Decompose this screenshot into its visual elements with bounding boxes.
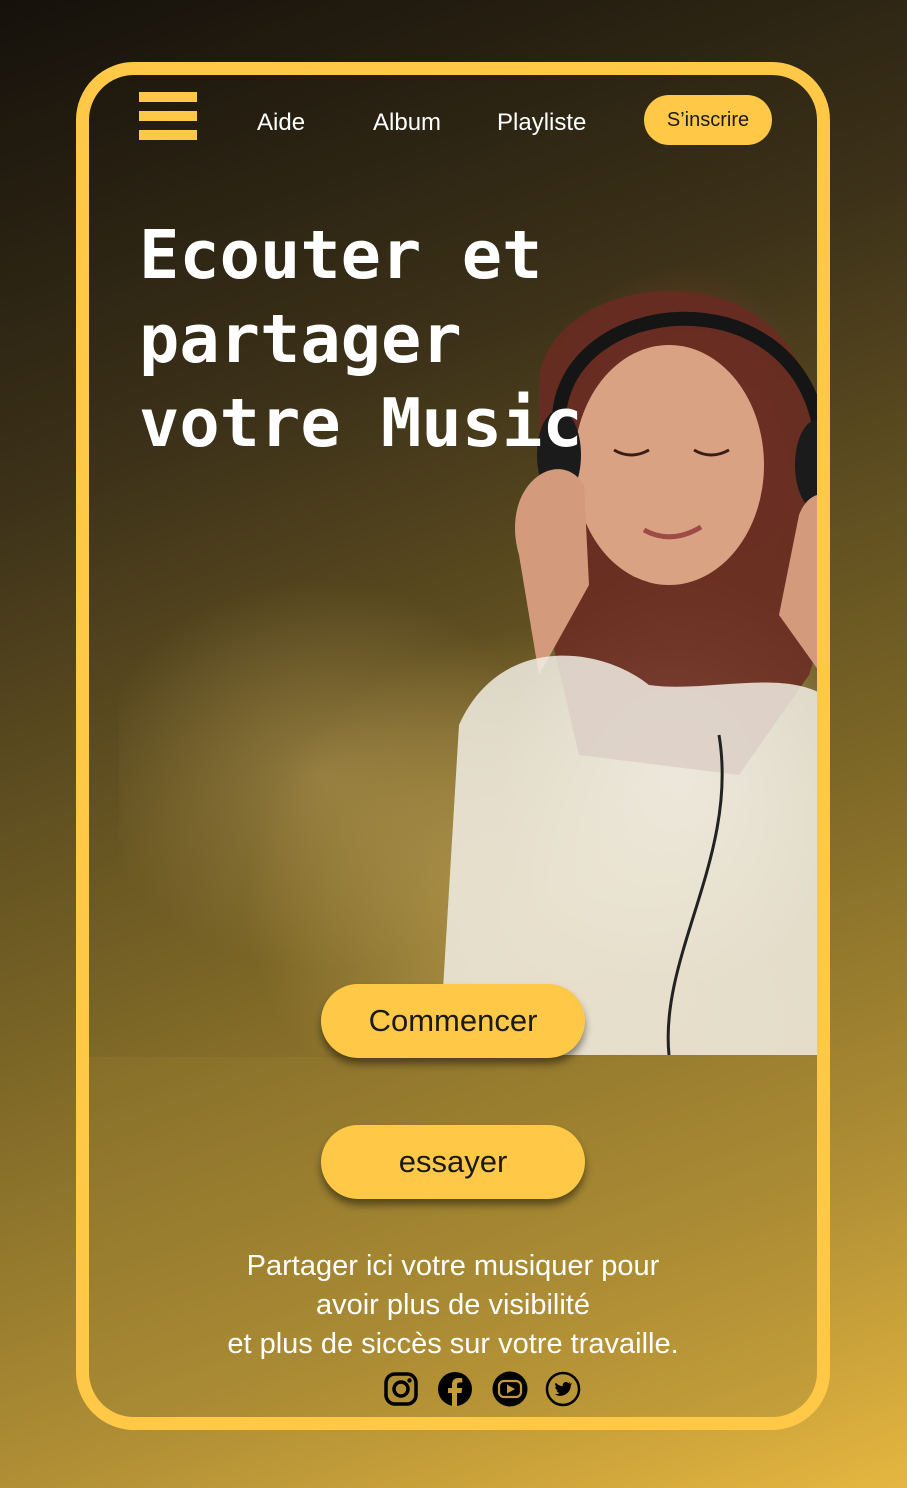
hamburger-menu-icon[interactable] (139, 92, 197, 140)
facebook-icon[interactable] (437, 1371, 473, 1407)
social-links (383, 1371, 581, 1407)
try-button[interactable]: essayer (321, 1125, 585, 1199)
start-button[interactable]: Commencer (321, 984, 585, 1058)
phone-frame: Aide Album Playliste S’inscrire Ecouter … (76, 62, 830, 1430)
hero-title: Ecouter et partager votre Music (139, 213, 699, 465)
tagline: Partager ici votre musiquer pour avoir p… (89, 1247, 817, 1364)
hero-title-line: partager (139, 300, 462, 378)
youtube-icon[interactable] (491, 1371, 528, 1407)
instagram-icon[interactable] (383, 1371, 419, 1407)
twitter-icon[interactable] (545, 1371, 581, 1407)
tagline-line: Partager ici votre musiquer pour (246, 1250, 660, 1282)
nav-link-aide[interactable]: Aide (257, 109, 305, 137)
hero-title-line: Ecouter et (139, 216, 543, 294)
signup-button[interactable]: S’inscrire (644, 95, 772, 145)
tagline-line: et plus de siccès sur votre travaille. (227, 1328, 679, 1360)
tagline-line: avoir plus de visibilité (315, 1289, 590, 1321)
nav-link-playliste[interactable]: Playliste (497, 109, 586, 137)
hero-title-line: votre Music (139, 384, 583, 462)
nav-link-album[interactable]: Album (373, 109, 441, 137)
